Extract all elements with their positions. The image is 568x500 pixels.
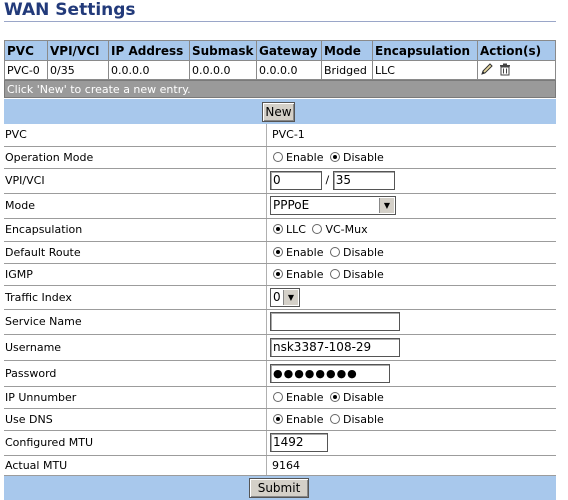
username-input[interactable]: nsk3387-108-29 (270, 338, 400, 357)
igmp-label: IGMP (5, 268, 33, 281)
actual-mtu-value: 9164 (272, 459, 300, 472)
table-row: PVC-0 0/35 0.0.0.0 0.0.0.0 0.0.0.0 Bridg… (4, 60, 556, 80)
col-header-gateway: Gateway (256, 40, 322, 61)
cell-gateway: 0.0.0.0 (256, 60, 322, 80)
service-name-label: Service Name (5, 315, 82, 328)
cell-encapsulation: LLC (372, 60, 478, 80)
title-divider (4, 21, 556, 22)
configured-mtu-input[interactable]: 1492 (270, 433, 328, 452)
igmp-disable-radio[interactable] (329, 269, 340, 279)
pvc-value: PVC-1 (272, 128, 305, 141)
cell-mode: Bridged (321, 60, 373, 80)
col-header-mode: Mode (321, 40, 373, 61)
row-operation-mode: Operation Mode Enable Disable (4, 147, 556, 169)
operation-mode-enable-label: Enable (286, 151, 324, 164)
row-service-name: Service Name (4, 310, 556, 335)
default-route-enable-radio[interactable] (273, 247, 283, 257)
encapsulation-vcmux-label: VC-Mux (325, 223, 368, 236)
operation-mode-disable-label: Disable (342, 151, 384, 164)
row-use-dns: Use DNS Enable Disable (4, 409, 556, 431)
use-dns-disable-label: Disable (342, 413, 384, 426)
col-header-encapsulation: Encapsulation (372, 40, 478, 61)
password-input[interactable]: ●●●●●●●● (270, 364, 390, 383)
pvc-overview-table: PVC VPI/VCI IP Address Submask Gateway M… (4, 40, 556, 80)
col-header-vpivci: VPI/VCI (47, 40, 109, 61)
ip-unnumber-enable-radio[interactable] (273, 392, 283, 402)
table-header-row: PVC VPI/VCI IP Address Submask Gateway M… (4, 40, 556, 61)
pvc-label: PVC (5, 128, 27, 141)
cell-actions (477, 60, 556, 80)
traffic-index-select[interactable]: 0 ▼ (270, 288, 300, 307)
ip-unnumber-disable-radio[interactable] (329, 392, 340, 402)
password-label: Password (5, 367, 57, 380)
encapsulation-llc-radio[interactable] (273, 224, 283, 234)
col-header-ip: IP Address (108, 40, 190, 61)
configured-mtu-label: Configured MTU (5, 436, 94, 449)
default-route-enable-label: Enable (286, 246, 324, 259)
row-igmp: IGMP Enable Disable (4, 264, 556, 286)
traffic-index-value: 0 (273, 290, 281, 304)
encapsulation-vcmux-radio[interactable] (312, 224, 323, 234)
ip-unnumber-enable-label: Enable (286, 391, 324, 404)
row-actual-mtu: Actual MTU 9164 (4, 456, 556, 476)
use-dns-enable-label: Enable (286, 413, 324, 426)
igmp-enable-radio[interactable] (273, 269, 283, 279)
use-dns-label: Use DNS (5, 413, 53, 426)
service-name-input[interactable] (270, 312, 400, 331)
vpi-input[interactable]: 0 (270, 171, 322, 190)
cell-vpivci: 0/35 (47, 60, 109, 80)
row-pvc: PVC PVC-1 (4, 124, 556, 147)
row-username: Username nsk3387-108-29 (4, 335, 556, 361)
submit-bar: Submit (4, 476, 556, 500)
row-vpivci: VPI/VCI 0 / 35 (4, 169, 556, 194)
new-button-bar: New (4, 99, 556, 124)
use-dns-disable-radio[interactable] (329, 414, 340, 424)
mode-label: Mode (5, 199, 35, 212)
vpivci-label: VPI/VCI (5, 174, 45, 187)
col-header-pvc: PVC (4, 40, 48, 61)
encapsulation-label: Encapsulation (5, 223, 83, 236)
chevron-down-icon: ▼ (379, 198, 394, 213)
col-header-submask: Submask (189, 40, 257, 61)
use-dns-enable-radio[interactable] (273, 414, 283, 424)
cell-pvc: PVC-0 (4, 60, 48, 80)
row-encapsulation: Encapsulation LLC VC-Mux (4, 219, 556, 242)
default-route-disable-radio[interactable] (329, 247, 340, 257)
vpivci-separator: / (325, 173, 330, 187)
username-label: Username (5, 341, 62, 354)
default-route-label: Default Route (5, 246, 81, 259)
row-configured-mtu: Configured MTU 1492 (4, 431, 556, 456)
vci-input[interactable]: 35 (332, 171, 395, 190)
igmp-disable-label: Disable (342, 268, 384, 281)
new-button[interactable]: New (262, 102, 295, 122)
mode-select[interactable]: PPPoE ▼ (270, 196, 396, 215)
row-traffic-index: Traffic Index 0 ▼ (4, 286, 556, 310)
row-default-route: Default Route Enable Disable (4, 242, 556, 264)
new-entry-hint: Click 'New' to create a new entry. (4, 80, 556, 98)
chevron-down-icon: ▼ (283, 290, 298, 305)
default-route-disable-label: Disable (342, 246, 384, 259)
operation-mode-label: Operation Mode (5, 151, 94, 164)
row-ip-unnumber: IP Unnumber Enable Disable (4, 387, 556, 409)
encapsulation-llc-label: LLC (286, 223, 306, 236)
row-password: Password ●●●●●●●● (4, 361, 556, 387)
cell-submask: 0.0.0.0 (189, 60, 257, 80)
traffic-index-label: Traffic Index (5, 291, 72, 304)
operation-mode-enable-radio[interactable] (273, 152, 283, 162)
submit-button[interactable]: Submit (249, 478, 309, 498)
actual-mtu-label: Actual MTU (5, 459, 68, 472)
operation-mode-disable-radio[interactable] (329, 152, 340, 162)
row-mode: Mode PPPoE ▼ (4, 194, 556, 219)
col-header-actions: Action(s) (477, 40, 556, 61)
igmp-enable-label: Enable (286, 268, 324, 281)
pencil-icon[interactable] (480, 62, 494, 79)
page-title: WAN Settings (4, 0, 136, 20)
trash-icon[interactable] (498, 62, 512, 79)
cell-ip: 0.0.0.0 (108, 60, 190, 80)
ip-unnumber-label: IP Unnumber (5, 391, 77, 404)
ip-unnumber-disable-label: Disable (342, 391, 384, 404)
mode-select-value: PPPoE (273, 198, 310, 212)
